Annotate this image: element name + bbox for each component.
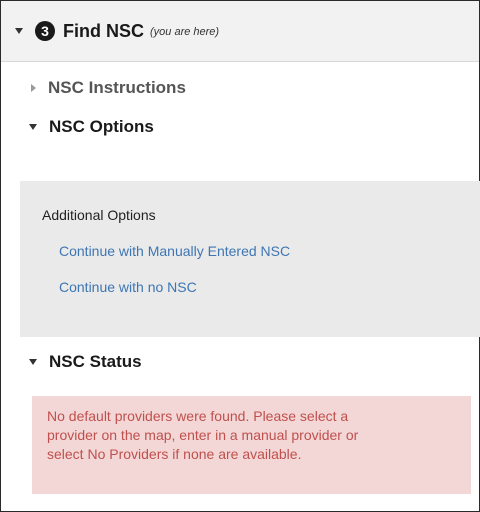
section-label-nsc-options: NSC Options xyxy=(49,117,154,136)
step-number-badge: 3 xyxy=(35,21,55,41)
status-alert: No default providers were found. Please … xyxy=(32,396,471,494)
status-alert-line: No default providers were found. Please … xyxy=(47,408,349,424)
step-location-note: (you are here) xyxy=(150,26,220,38)
continue-no-nsc-link[interactable]: Continue with no NSC xyxy=(59,279,197,295)
section-toggle-nsc-options[interactable]: NSC Options xyxy=(1,114,479,140)
chevron-down-icon xyxy=(15,28,23,34)
step-header-find-nsc[interactable]: 3 Find NSC (you are here) xyxy=(1,1,479,62)
chevron-down-icon xyxy=(29,359,37,365)
step-title: Find NSC xyxy=(63,20,144,41)
status-alert-line: select No Providers if none are availabl… xyxy=(47,446,302,462)
chevron-down-icon xyxy=(29,124,37,130)
additional-options-title: Additional Options xyxy=(42,207,156,223)
continue-manual-nsc-link[interactable]: Continue with Manually Entered NSC xyxy=(59,243,290,259)
chevron-right-icon xyxy=(31,84,36,92)
status-alert-line: provider on the map, enter in a manual p… xyxy=(47,427,359,443)
find-nsc-panel: 3 Find NSC (you are here) NSC Instructio… xyxy=(0,0,480,512)
additional-options-panel: Additional Options Continue with Manuall… xyxy=(20,181,480,337)
section-toggle-nsc-status[interactable]: NSC Status xyxy=(1,349,479,375)
section-label-nsc-status: NSC Status xyxy=(49,352,142,371)
section-toggle-nsc-instructions[interactable]: NSC Instructions xyxy=(1,75,479,101)
section-label-nsc-instructions: NSC Instructions xyxy=(48,78,186,97)
